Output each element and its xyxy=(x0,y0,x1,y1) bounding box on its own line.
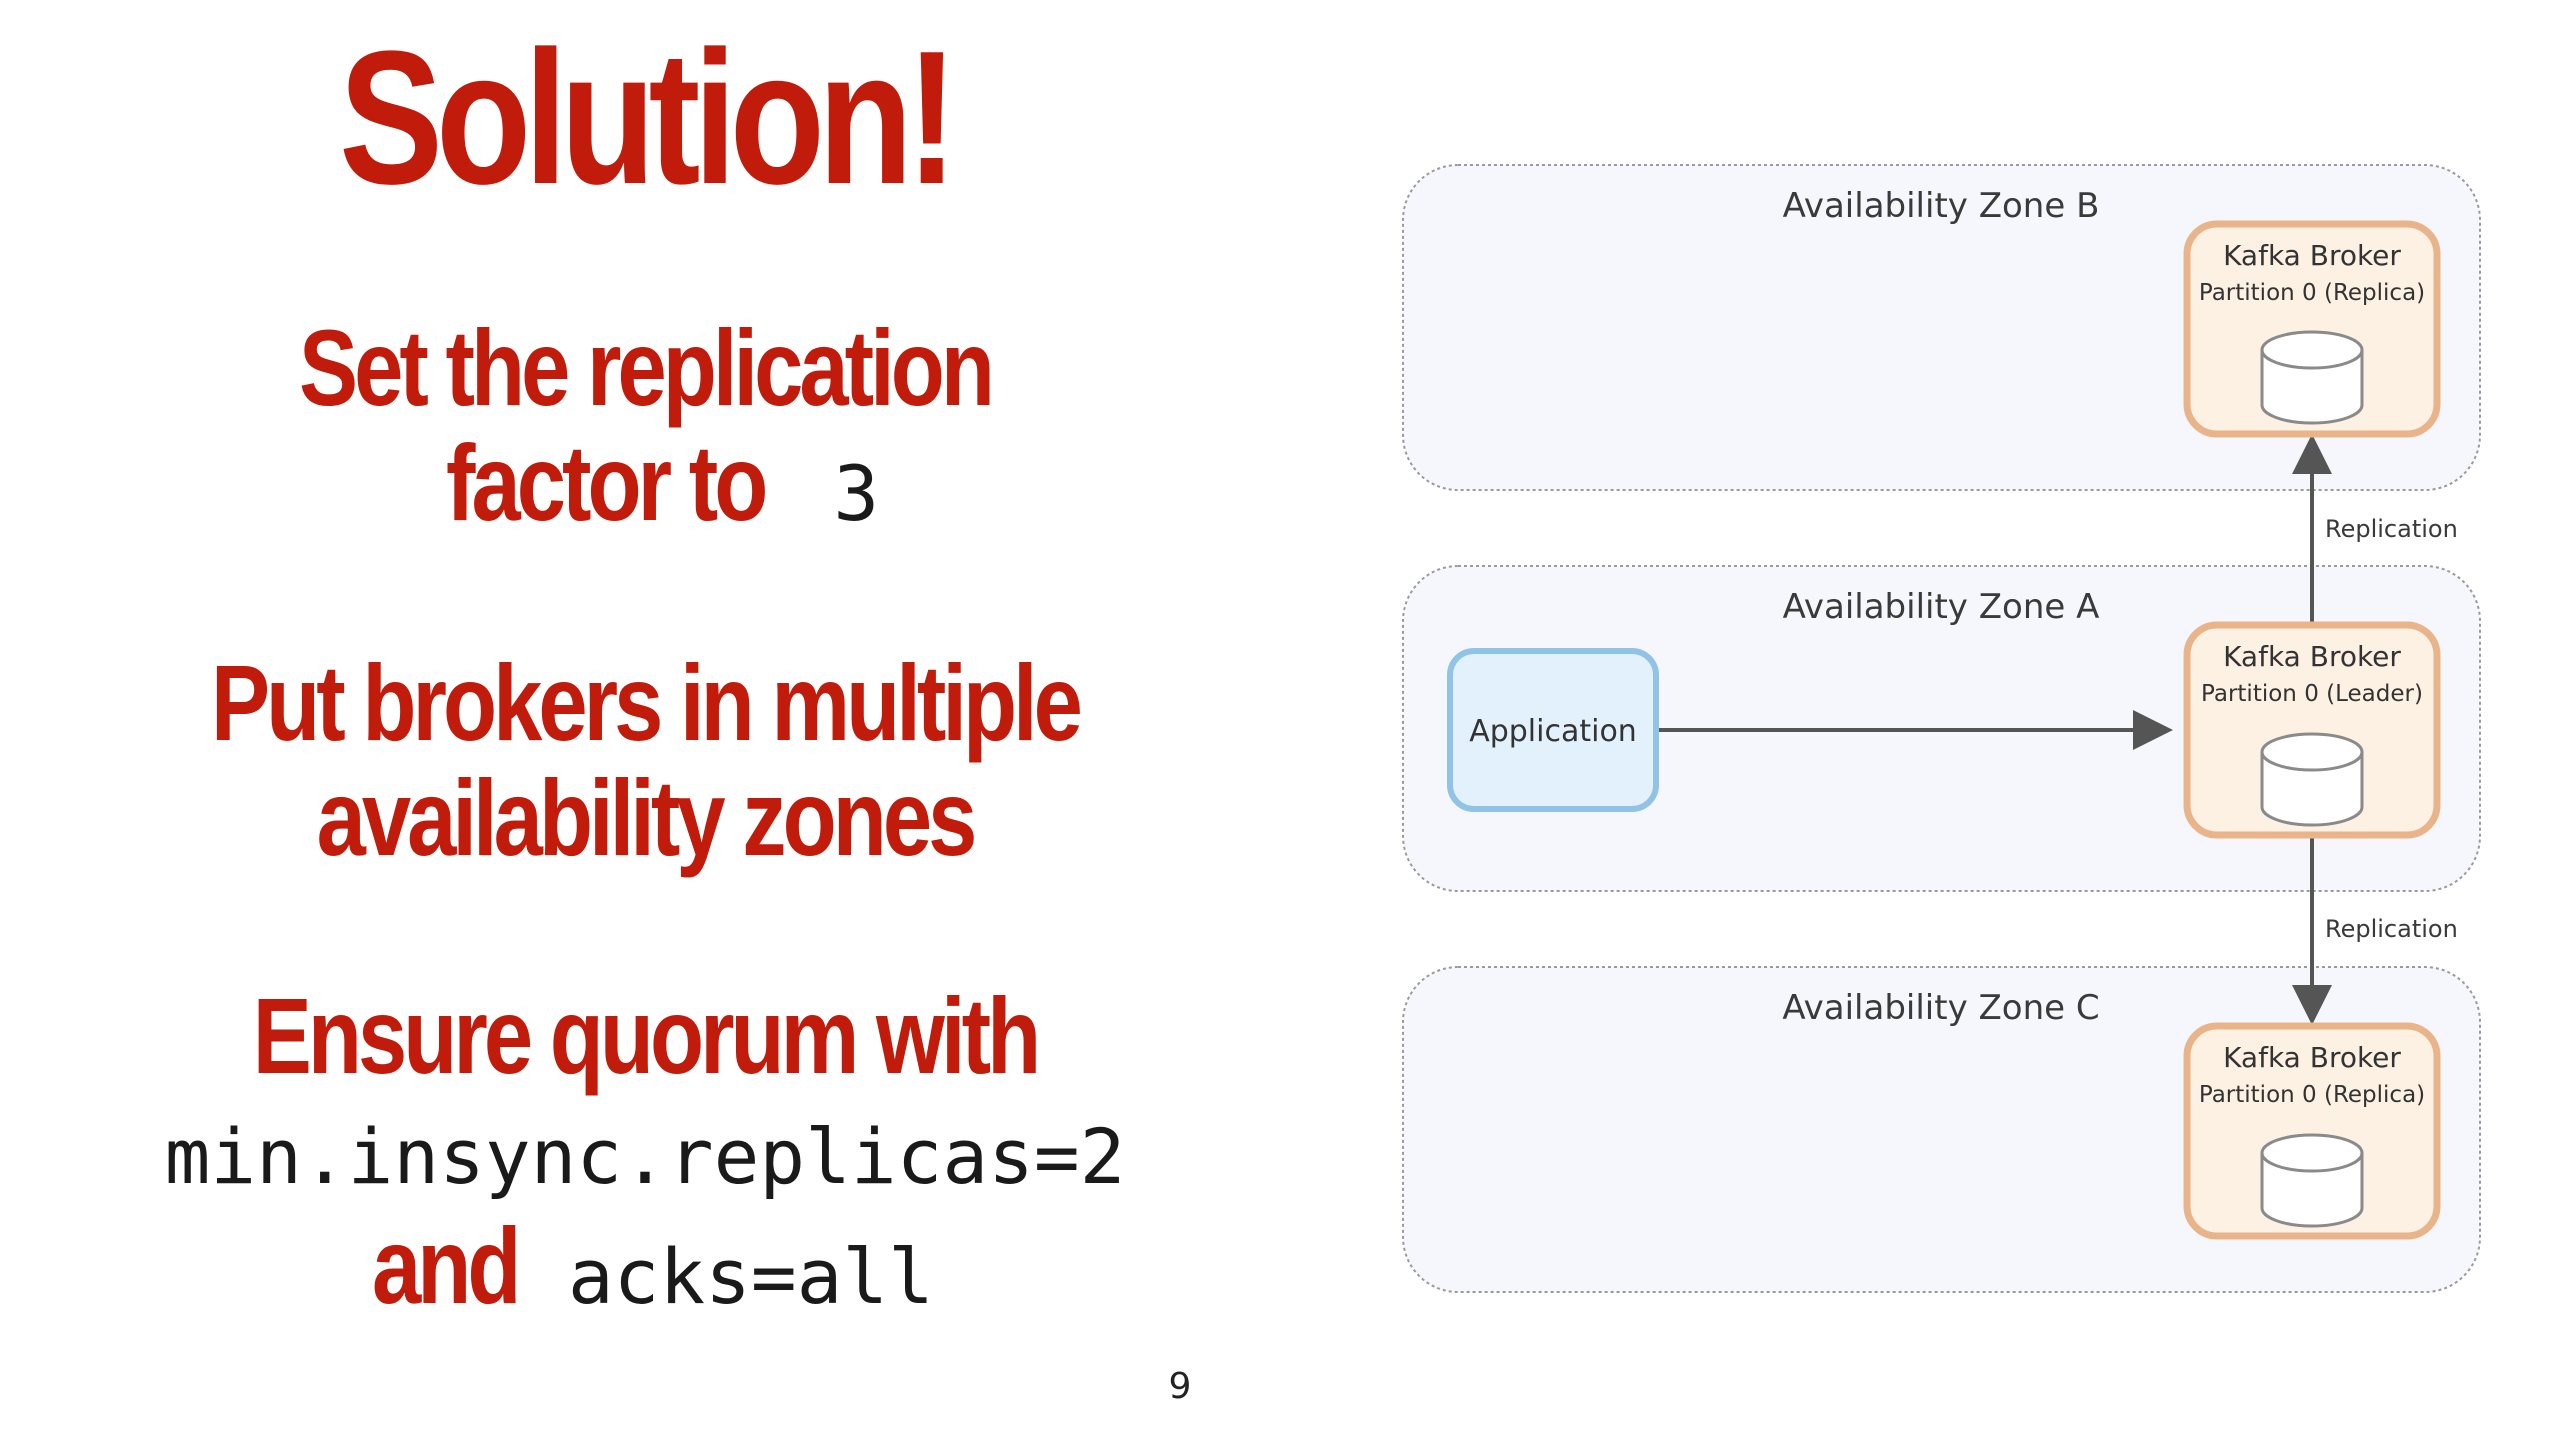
broker-replica-b: Kafka Broker Partition 0 (Replica) xyxy=(2183,220,2441,438)
broker-a-title: Kafka Broker xyxy=(2223,640,2401,673)
zone-a-label: Availability Zone A xyxy=(1783,587,2100,627)
application-node: Application xyxy=(1447,648,1659,812)
database-icon xyxy=(2260,1133,2364,1228)
application-label: Application xyxy=(1469,714,1637,749)
broker-c-title: Kafka Broker xyxy=(2223,1041,2401,1074)
broker-replica-c: Kafka Broker Partition 0 (Replica) xyxy=(2183,1022,2441,1240)
database-icon xyxy=(2260,330,2364,425)
broker-a-subtitle: Partition 0 (Leader) xyxy=(2201,681,2423,707)
broker-b-subtitle: Partition 0 (Replica) xyxy=(2199,280,2425,306)
broker-c-subtitle: Partition 0 (Replica) xyxy=(2199,1082,2425,1108)
architecture-diagram: Availability Zone B Availability Zone A … xyxy=(1402,164,2481,1293)
broker-b-title: Kafka Broker xyxy=(2223,239,2401,272)
database-icon xyxy=(2260,732,2364,827)
zone-c-label: Availability Zone C xyxy=(1782,988,2099,1028)
zone-b-label: Availability Zone B xyxy=(1783,186,2100,226)
broker-leader-a: Kafka Broker Partition 0 (Leader) xyxy=(2183,621,2441,839)
replication-label-down: Replication xyxy=(2325,915,2458,943)
replication-label-up: Replication xyxy=(2325,515,2458,543)
